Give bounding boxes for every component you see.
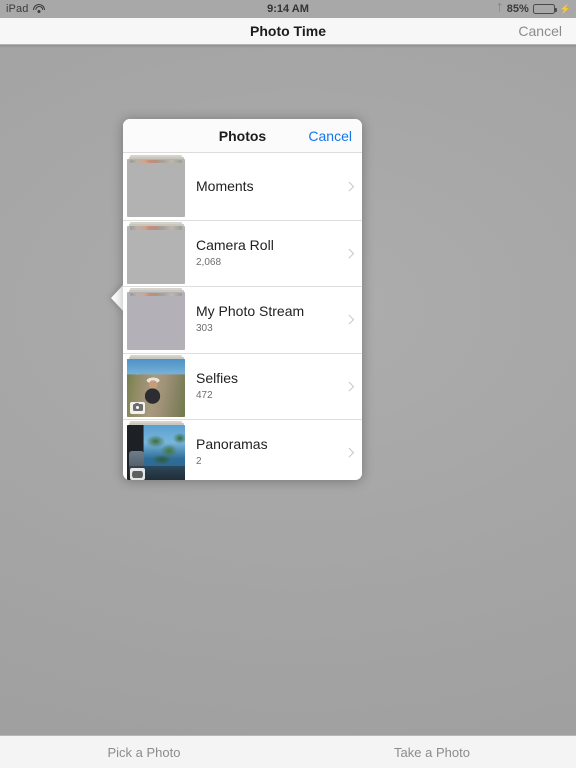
panorama-badge-icon xyxy=(130,468,145,480)
camera-badge-icon xyxy=(130,401,145,414)
chevron-right-icon xyxy=(336,248,362,258)
lightning-bolt-icon: ⚡ xyxy=(559,3,571,14)
stacked-gray-thumbnail xyxy=(127,221,185,284)
thumbnail-image xyxy=(127,225,185,284)
album-list: Moments Camera Roll 2,068 My Photo Strea… xyxy=(123,153,362,480)
thumbnail-image xyxy=(127,358,185,417)
thumbnail-image xyxy=(127,425,185,480)
stacked-purple-thumbnail xyxy=(127,288,185,351)
chevron-right-icon xyxy=(336,314,362,324)
thumbnail-photo-sliver xyxy=(130,292,182,297)
list-item[interactable]: Camera Roll 2,068 xyxy=(123,219,362,286)
pick-a-photo-button[interactable]: Pick a Photo xyxy=(0,736,288,768)
album-count-label: 2,068 xyxy=(196,256,222,268)
take-a-photo-button[interactable]: Take a Photo xyxy=(288,736,576,768)
popover-cancel-button[interactable]: Cancel xyxy=(308,128,352,144)
list-item[interactable]: My Photo Stream 303 xyxy=(123,286,362,353)
navigation-bar: Photo Time Cancel xyxy=(0,18,576,45)
chevron-right-icon xyxy=(336,381,362,391)
list-item[interactable]: Selfies 472 xyxy=(123,352,362,419)
thumbnail-image xyxy=(127,292,185,351)
backdrop-top-edge xyxy=(0,45,576,48)
popover-title: Photos xyxy=(218,127,267,144)
chevron-right-icon xyxy=(336,447,362,457)
album-text-block: Panoramas 2 xyxy=(185,436,336,468)
album-text-block: My Photo Stream 303 xyxy=(185,303,336,335)
status-bar: iPad 9:14 AM ᛏ 85% ⚡ xyxy=(0,0,576,18)
page-title: Photo Time xyxy=(250,23,326,39)
album-count-label: 472 xyxy=(196,389,213,401)
battery-percent-label: 85% xyxy=(506,3,529,15)
album-name-label: Moments xyxy=(196,177,254,194)
thumbnail-photo-sliver xyxy=(130,159,182,164)
battery-icon xyxy=(532,4,557,14)
thumbnail-image xyxy=(127,159,185,218)
stacked-gray-thumbnail xyxy=(127,155,185,218)
album-name-label: Selfies xyxy=(196,369,239,386)
selfie-photo-thumbnail xyxy=(127,354,185,417)
album-text-block: Moments xyxy=(185,178,336,195)
album-text-block: Selfies 472 xyxy=(185,370,336,402)
album-text-block: Camera Roll 2,068 xyxy=(185,237,336,269)
list-item[interactable]: Moments xyxy=(123,153,362,220)
bluetooth-icon: ᛏ xyxy=(496,3,503,14)
popover-header: Photos Cancel xyxy=(123,119,362,153)
chevron-right-icon xyxy=(336,181,362,191)
album-count-label: 303 xyxy=(196,323,213,335)
album-name-label: Camera Roll xyxy=(196,236,274,253)
album-name-label: Panoramas xyxy=(196,436,268,453)
panorama-photo-thumbnail xyxy=(127,421,185,480)
photos-popover: Photos Cancel Moments Camera Roll 2,068 … xyxy=(123,119,362,480)
status-bar-right: ᛏ 85% ⚡ xyxy=(497,3,571,15)
album-count-label: 2 xyxy=(196,456,202,468)
thumbnail-photo-sliver xyxy=(130,226,182,230)
status-bar-clock: 9:14 AM xyxy=(267,3,309,15)
bottom-toolbar: Pick a Photo Take a Photo xyxy=(0,735,576,768)
album-name-label: My Photo Stream xyxy=(196,303,305,320)
list-item[interactable]: Panoramas 2 xyxy=(123,419,362,480)
nav-cancel-button[interactable]: Cancel xyxy=(518,23,562,39)
